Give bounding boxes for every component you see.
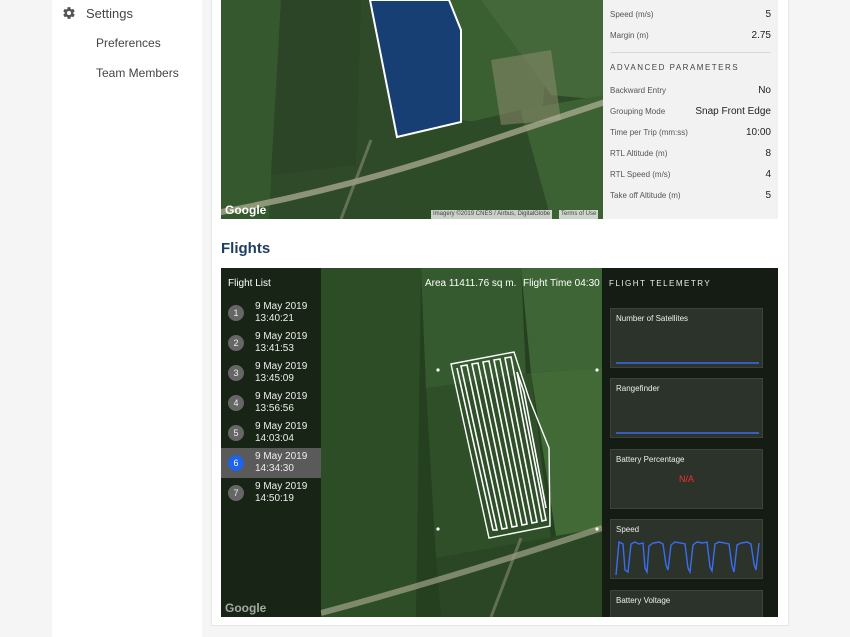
flight-date: 9 May 2019 bbox=[255, 361, 308, 372]
flight-area-readout: Area 11411.76 sq m. bbox=[425, 278, 517, 289]
flight-time-readout: Flight Time 04:30 bbox=[523, 278, 600, 289]
speed-sparkline bbox=[615, 540, 760, 576]
param-label: Grouping Mode bbox=[610, 106, 666, 116]
param-value: 5 bbox=[765, 8, 771, 20]
flight-list-item-selected[interactable]: 6 9 May 2019 14:34:30 bbox=[221, 448, 321, 478]
flight-list-item[interactable]: 2 9 May 2019 13:41:53 bbox=[221, 328, 321, 358]
rangefinder-sparkline bbox=[616, 432, 759, 434]
flight-time: 14:34:30 bbox=[255, 463, 294, 474]
param-value: 5 bbox=[765, 189, 771, 201]
flight-list-item[interactable]: 7 9 May 2019 14:50:19 bbox=[221, 478, 321, 508]
flight-time: 14:50:19 bbox=[255, 493, 294, 504]
mission-map[interactable]: Google Imagery ©2019 CNES / Airbus, Digi… bbox=[221, 0, 603, 219]
telemetry-card-battery-voltage: Battery Voltage bbox=[610, 590, 763, 617]
flight-time: 13:45:09 bbox=[255, 373, 294, 384]
telemetry-card-satellites: Number of Satellites bbox=[610, 308, 763, 368]
param-time-per-trip: Time per Trip (mm:ss) 10:00 bbox=[610, 125, 771, 139]
flight-number-badge: 6 bbox=[228, 455, 244, 471]
flight-list-item[interactable]: 5 9 May 2019 14:03:04 bbox=[221, 418, 321, 448]
flight-list-item[interactable]: 3 9 May 2019 13:45:09 bbox=[221, 358, 321, 388]
param-rtl-speed: RTL Speed (m/s) 4 bbox=[610, 167, 771, 181]
flight-number-badge: 1 bbox=[228, 305, 244, 321]
flight-date: 9 May 2019 bbox=[255, 421, 308, 432]
terms-of-use-link[interactable]: Terms of Use bbox=[559, 210, 599, 219]
flight-date: 9 May 2019 bbox=[255, 481, 308, 492]
flight-number-badge: 2 bbox=[228, 335, 244, 351]
param-margin: Margin (m) 2.75 bbox=[610, 28, 771, 42]
param-backward-entry: Backward Entry No bbox=[610, 83, 771, 97]
mission-map-imagery bbox=[221, 0, 603, 219]
flight-telemetry-panel: FLIGHT TELEMETRY Number of Satellites Ra… bbox=[602, 268, 778, 617]
param-label: Time per Trip (mm:ss) bbox=[610, 127, 688, 137]
flight-date: 9 May 2019 bbox=[255, 331, 308, 342]
flight-time: 13:56:56 bbox=[255, 403, 294, 414]
param-takeoff-altitude: Take off Altitude (m) 5 bbox=[610, 188, 771, 202]
flight-time: 13:40:21 bbox=[255, 313, 294, 324]
sidebar-item-team-members[interactable]: Team Members bbox=[96, 66, 179, 80]
param-label: Margin (m) bbox=[610, 30, 649, 40]
telemetry-card-battery-percentage: Battery Percentage N/A bbox=[610, 449, 763, 509]
flight-list-item[interactable]: 4 9 May 2019 13:56:56 bbox=[221, 388, 321, 418]
telemetry-card-label: Battery Voltage bbox=[616, 596, 671, 605]
param-rtl-altitude: RTL Altitude (m) 8 bbox=[610, 146, 771, 160]
sidebar-settings[interactable]: Settings bbox=[62, 5, 133, 21]
param-value: 4 bbox=[765, 168, 771, 180]
param-label: Backward Entry bbox=[610, 85, 667, 95]
param-speed: Speed (m/s) 5 bbox=[610, 7, 771, 21]
flight-number-badge: 4 bbox=[228, 395, 244, 411]
flight-list-item[interactable]: 1 9 May 2019 13:40:21 bbox=[221, 298, 321, 328]
param-value: 2.75 bbox=[751, 29, 771, 41]
telemetry-card-rangefinder: Rangefinder bbox=[610, 378, 763, 438]
satellites-sparkline bbox=[616, 362, 759, 364]
param-value: 10:00 bbox=[745, 126, 771, 138]
param-value: No bbox=[758, 84, 771, 96]
gear-icon bbox=[63, 7, 75, 19]
imagery-attribution: Imagery ©2019 CNES / Airbus, DigitalGlob… bbox=[431, 210, 553, 219]
flight-number-badge: 3 bbox=[228, 365, 244, 381]
param-value: Snap Front Edge bbox=[695, 105, 771, 117]
google-logo: Google bbox=[225, 601, 267, 615]
param-label: Take off Altitude (m) bbox=[610, 190, 681, 200]
param-label: RTL Altitude (m) bbox=[610, 148, 668, 158]
flight-list-title: Flight List bbox=[228, 278, 271, 289]
flight-time: 13:41:53 bbox=[255, 343, 294, 354]
flight-list: Flight List 1 9 May 2019 13:40:21 2 9 Ma… bbox=[221, 268, 321, 617]
param-grouping-mode: Grouping Mode Snap Front Edge bbox=[610, 104, 771, 118]
sidebar-settings-label: Settings bbox=[86, 5, 133, 21]
flight-date: 9 May 2019 bbox=[255, 391, 308, 402]
sidebar: Settings Preferences Team Members bbox=[52, 0, 202, 637]
divider bbox=[610, 52, 771, 53]
flights-title: Flights bbox=[221, 240, 271, 257]
flight-number-badge: 5 bbox=[228, 425, 244, 441]
sidebar-item-preferences[interactable]: Preferences bbox=[96, 36, 161, 50]
mission-parameters: Speed (m/s) 5 Margin (m) 2.75 ADVANCED P… bbox=[603, 0, 778, 219]
flight-time: 14:03:04 bbox=[255, 433, 294, 444]
telemetry-title: FLIGHT TELEMETRY bbox=[609, 279, 712, 288]
param-label: Speed (m/s) bbox=[610, 9, 654, 19]
battery-percentage-status: N/A bbox=[678, 474, 694, 484]
telemetry-card-speed: Speed bbox=[610, 519, 763, 579]
flight-date: 9 May 2019 bbox=[255, 451, 308, 462]
flight-date: 9 May 2019 bbox=[255, 301, 308, 312]
param-value: 8 bbox=[765, 147, 771, 159]
google-logo: Google bbox=[225, 203, 267, 217]
param-label: RTL Speed (m/s) bbox=[610, 169, 671, 179]
telemetry-card-label: Battery Percentage bbox=[616, 455, 685, 464]
flight-map[interactable]: Flight List 1 9 May 2019 13:40:21 2 9 Ma… bbox=[221, 268, 778, 617]
advanced-parameters-title: ADVANCED PARAMETERS bbox=[610, 63, 740, 72]
flight-number-badge: 7 bbox=[228, 485, 244, 501]
